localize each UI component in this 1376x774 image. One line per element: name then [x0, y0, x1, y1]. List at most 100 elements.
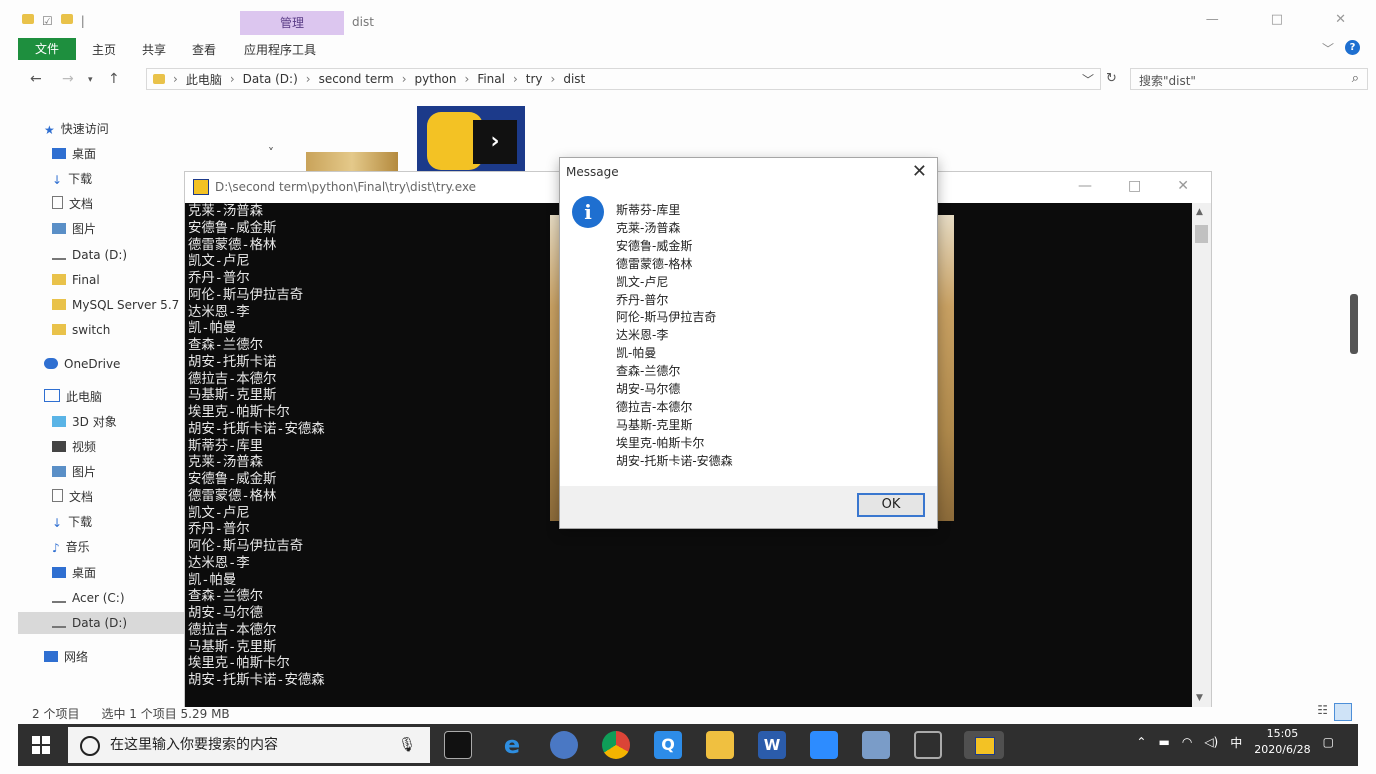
network-app-icon[interactable] [862, 731, 890, 759]
tab-home[interactable]: 主页 [92, 41, 126, 58]
console-text: 克莱-汤普森 安德鲁-威金斯 德雷蒙德-格林 凯文-卢尼 乔丹-普尔 阿伦-斯马伊拉吉奇达… [188, 204, 325, 690]
large-icons-view-icon[interactable] [1334, 703, 1352, 721]
drive-icon [52, 620, 66, 628]
recent-locations-chevron-icon[interactable]: ▾ [88, 75, 93, 85]
up-arrow-icon[interactable]: ↑ [108, 71, 120, 87]
breadcrumb-try[interactable]: try [526, 72, 543, 86]
minimize-icon[interactable]: — [1206, 12, 1219, 27]
scroll-down-icon[interactable]: ▼ [1196, 693, 1203, 703]
volume-icon[interactable]: ◁) [1204, 735, 1218, 749]
customize-toolbar-icon[interactable]: | [81, 14, 85, 28]
scroll-thumb[interactable] [1195, 225, 1208, 243]
new-folder-icon[interactable] [60, 14, 73, 24]
message-line: 马基斯-克里斯 [616, 417, 693, 432]
dialog-title: Message [566, 165, 619, 179]
taskbar: 在这里输入你要搜索的内容 🎙 e Q W ⌃ ▬ ◠ ◁) 中 15:05 20… [18, 724, 1358, 766]
tab-application-tools[interactable]: 应用程序工具 [244, 41, 316, 58]
tab-file[interactable]: 文件 [18, 38, 76, 60]
help-icon[interactable]: ? [1345, 40, 1360, 55]
properties-icon[interactable]: ☑ [42, 14, 53, 28]
zoom-icon[interactable] [810, 731, 838, 759]
taskbar-search-placeholder: 在这里输入你要搜索的内容 [110, 737, 278, 753]
back-arrow-icon[interactable]: ← [30, 71, 42, 87]
console-title: D:\second term\python\Final\try\dist\try… [215, 180, 477, 194]
taskbar-search-input[interactable]: 在这里输入你要搜索的内容 🎙 [68, 727, 430, 763]
close-icon[interactable]: ✕ [1335, 12, 1346, 27]
file-thumbnail-image[interactable] [306, 152, 398, 172]
pictures-icon [52, 223, 66, 234]
clock[interactable]: 15:05 2020/6/28 [1254, 726, 1310, 758]
contextual-tab-manage[interactable]: 管理 [240, 11, 344, 35]
qq-icon[interactable]: Q [654, 731, 682, 759]
ok-button[interactable]: OK [857, 493, 925, 517]
console-line: 达米恩-李 [188, 555, 250, 571]
console-line: 埃里克-帕斯卡尔 [188, 405, 290, 420]
python-exe-taskbar-button[interactable] [964, 731, 1004, 759]
desktop-icon [52, 148, 66, 159]
close-icon[interactable]: ✕ [1177, 178, 1189, 194]
file-explorer-icon[interactable] [706, 731, 734, 759]
breadcrumb-second-term[interactable]: second term [319, 72, 394, 86]
console-line: 阿伦-斯马伊拉吉奇 [188, 539, 304, 554]
minimize-icon[interactable]: — [1078, 178, 1092, 194]
search-input[interactable]: 搜索"dist" ⌕ [1130, 68, 1368, 90]
message-line: 凯文-卢尼 [616, 274, 669, 289]
console-line: 克莱-汤普森 [188, 455, 264, 471]
python-exe-icon [193, 179, 209, 195]
computer-icon [44, 389, 60, 402]
maximize-icon[interactable]: □ [1271, 12, 1283, 27]
console-line: 阿伦-斯马伊拉吉奇 [188, 287, 304, 303]
battery-icon[interactable]: ▬ [1158, 735, 1169, 749]
sidebar-item-quick-access[interactable]: ★ 快速访问 [18, 118, 214, 140]
details-view-icon[interactable]: ☷ [1317, 703, 1328, 721]
breadcrumb-final[interactable]: Final [477, 72, 505, 86]
refresh-icon[interactable]: ↻ [1106, 71, 1117, 86]
tab-view[interactable]: 查看 [192, 41, 226, 58]
python-exe-icon [975, 737, 995, 755]
windows-start-icon[interactable] [32, 736, 50, 754]
message-dialog: Message ✕ i 斯蒂芬-库里 克莱-汤普森 安德鲁-威金斯 德雷蒙德-格林 凯文… [559, 157, 938, 529]
chrome-icon[interactable] [602, 731, 630, 759]
download-icon: ↓ [52, 173, 63, 187]
breadcrumb-data-drive[interactable]: Data (D:) [243, 72, 298, 86]
console-scrollbar[interactable]: ▲ ▼ [1192, 203, 1211, 707]
console-line: 胡安-托斯卡诺-安德森 [188, 673, 325, 688]
edge-icon[interactable]: e [498, 731, 526, 759]
message-line: 乔丹-普尔 [616, 292, 669, 307]
notification-center-icon[interactable]: ▢ [1323, 735, 1334, 749]
selection-info: 选中 1 个项目 5.29 MB [101, 707, 230, 721]
tab-share[interactable]: 共享 [142, 41, 176, 58]
terminal-icon[interactable] [444, 731, 472, 759]
forward-arrow-icon[interactable]: → [62, 71, 74, 87]
item-count: 2 个项目 [32, 707, 80, 721]
folder-icon [153, 74, 165, 84]
navigation-bar: ← → ▾ ↑ › 此电脑 › Data (D:) › second term … [18, 66, 1368, 92]
address-dropdown-chevron-icon[interactable]: ﹀ [1082, 71, 1100, 88]
show-hidden-icons-chevron-icon[interactable]: ⌃ [1136, 735, 1146, 749]
close-icon[interactable]: ✕ [912, 161, 927, 182]
console-line: 胡安-托斯卡诺 [188, 354, 277, 370]
clock-time: 15:05 [1266, 727, 1299, 740]
word-icon[interactable]: W [758, 731, 786, 759]
console-app-icon[interactable] [914, 731, 942, 759]
maximize-icon[interactable]: □ [1128, 178, 1141, 194]
breadcrumb-python[interactable]: python [415, 72, 457, 86]
mouse-cursor-icon: ↖ [668, 458, 680, 474]
python-idle-icon[interactable] [550, 731, 578, 759]
wifi-icon[interactable]: ◠ [1182, 735, 1192, 749]
edge-scroll-handle[interactable] [1350, 294, 1358, 354]
download-icon: ↓ [52, 516, 63, 530]
breadcrumb-this-pc[interactable]: 此电脑 [186, 71, 222, 88]
ime-indicator[interactable]: 中 [1230, 734, 1242, 751]
console-line: 胡安-托斯卡诺-安德森 [188, 421, 325, 437]
search-icon: ⌕ [1351, 71, 1359, 86]
sidebar-item-desktop[interactable]: 桌面 [18, 143, 222, 165]
file-thumbnail-python-exe[interactable]: › [417, 106, 525, 172]
scroll-up-icon[interactable]: ▲ [1196, 207, 1203, 217]
address-bar[interactable]: › 此电脑 › Data (D:) › second term › python… [146, 68, 1101, 90]
cloud-icon [44, 358, 58, 369]
music-icon: ♪ [52, 541, 60, 555]
breadcrumb-dist[interactable]: dist [563, 72, 585, 86]
microphone-icon[interactable]: 🎙 [398, 727, 416, 763]
expand-ribbon-chevron-icon[interactable]: ﹀ [1322, 40, 1334, 57]
